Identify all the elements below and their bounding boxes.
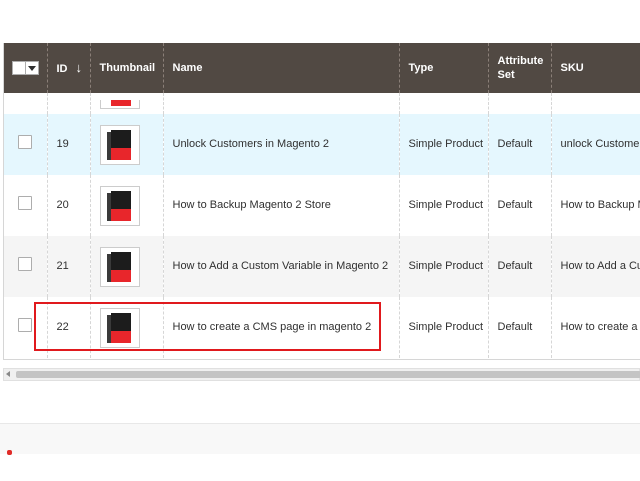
horizontal-scrollbar[interactable] [3,368,640,381]
cell-attribute-set: Default [487,114,551,175]
product-thumbnail-image[interactable] [99,246,140,287]
table-row[interactable]: 20 How to Backup Magento 2 Store Simple … [4,175,640,236]
row-checkbox[interactable] [18,318,33,332]
product-thumbnail-image[interactable] [99,100,140,109]
column-header-attribute-set[interactable]: Attribute Set [487,43,551,93]
column-header-name[interactable]: Name [162,43,399,93]
scroll-left-icon[interactable] [6,371,10,377]
row-checkbox[interactable] [18,257,33,271]
page-top [0,0,640,30]
cell-type: Simple Product [398,175,488,236]
cell-name: How to Backup Magento 2 Store [162,175,399,236]
cell-sku: unlock Customers in Magento 2 [550,114,640,175]
table-row[interactable]: 19 Unlock Customers in Magento 2 Simple … [4,114,640,175]
row-checkbox[interactable] [18,196,33,210]
cell-type: Simple Product [398,236,488,297]
cell-type: Simple Product [398,114,488,175]
cell-type: Simple Product [398,297,488,358]
table-row-partial [4,93,640,114]
cell-name: Unlock Customers in Magento 2 [162,114,399,175]
cell-attribute-set: Default [487,175,551,236]
product-thumbnail-image[interactable] [99,185,140,226]
cell-sku: How to Backup Magento 2 Store [550,175,640,236]
cell-id: 21 [46,236,90,297]
sort-down-icon[interactable]: ↓ [76,60,83,75]
mass-select-dropdown[interactable] [11,61,39,76]
highlight-box [34,302,381,351]
cell-sku: How to Add a Custom Variable in Magento … [550,236,640,297]
column-header-type[interactable]: Type [398,43,488,93]
cell-name: How to Add a Custom Variable in Magento … [162,236,399,297]
product-thumbnail-image[interactable] [99,124,140,165]
table-header-row: ID ↓ Thumbnail Name Type Attribute Set SK… [4,43,640,93]
column-header-sku[interactable]: SKU [550,43,640,93]
table-row[interactable]: 21 How to Add a Custom Variable in Magen… [4,236,640,297]
mass-select-column[interactable] [4,43,47,93]
scrollbar-thumb[interactable] [16,371,640,378]
cell-attribute-set: Default [487,297,551,358]
cell-attribute-set: Default [487,236,551,297]
cell-sku: How to create a CMS page in magento 2 [550,297,640,358]
cell-id: 19 [46,114,90,175]
column-header-id[interactable]: ID ↓ [46,43,90,93]
column-header-thumbnail[interactable]: Thumbnail [89,43,163,93]
row-checkbox[interactable] [18,135,33,149]
footer-bar [0,423,640,454]
chevron-down-icon[interactable] [24,62,38,75]
cell-id: 20 [46,175,90,236]
mass-select-checkbox[interactable] [12,62,25,75]
footer-marker [7,450,12,455]
